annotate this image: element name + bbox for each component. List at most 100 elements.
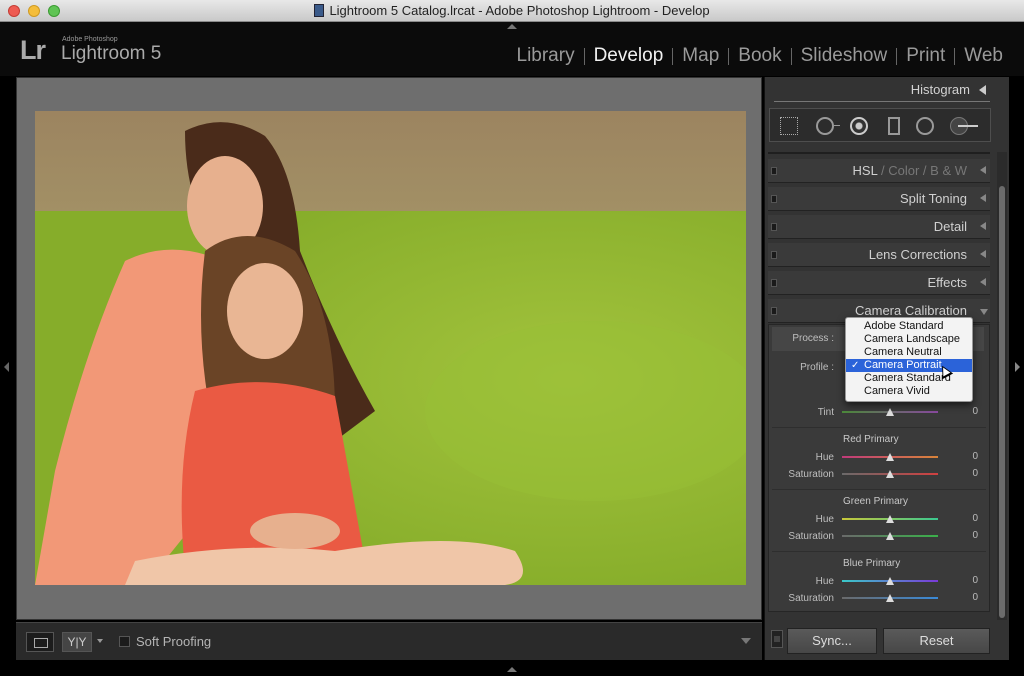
module-picker: Library Develop Map Book Slideshow Print…: [508, 45, 1013, 67]
blue-saturation-value[interactable]: 0: [960, 592, 978, 603]
collapse-triangle-icon[interactable]: [980, 250, 986, 258]
module-map[interactable]: Map: [673, 45, 728, 67]
detail-title: Detail: [933, 219, 967, 234]
panel-toggle-switch[interactable]: [771, 223, 777, 231]
green-saturation-slider-thumb[interactable]: [886, 532, 894, 540]
crop-tool-icon[interactable]: [780, 117, 798, 135]
tint-slider-thumb[interactable]: [886, 408, 894, 416]
toolbar-content-menu-icon[interactable]: [741, 638, 751, 644]
red-hue-value[interactable]: 0: [960, 451, 978, 462]
green-hue-value[interactable]: 0: [960, 513, 978, 524]
red-hue-label: Hue: [815, 452, 834, 463]
split-toning-title: Split Toning: [900, 191, 967, 206]
collapse-triangle-icon[interactable]: [980, 194, 986, 202]
green-hue-label: Hue: [815, 514, 834, 525]
right-panel-toggle-icon[interactable]: [1015, 362, 1020, 372]
tool-strip: [769, 108, 991, 142]
radial-filter-tool-icon[interactable]: [916, 117, 934, 135]
window-title: Lightroom 5 Catalog.lrcat - Adobe Photos…: [0, 3, 1024, 18]
split-toning-panel-header[interactable]: Split Toning: [768, 187, 990, 211]
soft-proofing-label: Soft Proofing: [136, 634, 212, 649]
detail-panel-header[interactable]: Detail: [768, 215, 990, 239]
tint-value[interactable]: 0: [960, 406, 978, 417]
photo-illustration: [35, 111, 746, 585]
module-develop[interactable]: Develop: [585, 45, 673, 67]
tab-hsl[interactable]: HSL: [853, 163, 878, 178]
profile-option[interactable]: Camera Landscape: [846, 333, 972, 346]
tab-separator: /: [880, 163, 885, 178]
image-canvas[interactable]: [16, 77, 762, 620]
divider: [772, 551, 986, 552]
photo-preview: [35, 111, 746, 585]
green-hue-slider-thumb[interactable]: [886, 515, 894, 523]
process-label: Process :: [792, 333, 834, 344]
lens-corrections-title: Lens Corrections: [868, 247, 967, 262]
spot-removal-tool-icon[interactable]: [816, 117, 840, 135]
histogram-header[interactable]: Histogram: [768, 80, 992, 100]
divider: [774, 101, 990, 102]
blue-saturation-label: Saturation: [788, 593, 834, 604]
left-panel-toggle-icon[interactable]: [4, 362, 9, 372]
adjustment-brush-tool-icon[interactable]: [950, 117, 980, 135]
profile-option[interactable]: Camera Vivid: [846, 385, 972, 398]
red-primary-title: Red Primary: [843, 434, 899, 445]
red-eye-tool-icon[interactable]: [850, 117, 868, 135]
collapse-triangle-icon[interactable]: [980, 278, 986, 286]
sync-button[interactable]: Sync...: [787, 628, 877, 654]
profile-option[interactable]: Camera Standard: [846, 372, 972, 385]
panel-toggle-switch[interactable]: [771, 251, 777, 259]
loupe-view-button[interactable]: [26, 632, 54, 652]
lightroom-name: Lightroom 5: [61, 43, 162, 64]
lens-corrections-panel-header[interactable]: Lens Corrections: [768, 243, 990, 267]
green-primary-title: Green Primary: [843, 496, 909, 507]
module-slideshow[interactable]: Slideshow: [792, 45, 897, 67]
hsl-panel-header[interactable]: HSL / Color / B & W: [768, 159, 990, 183]
effects-panel-header[interactable]: Effects: [768, 271, 990, 295]
profile-option[interactable]: Adobe Standard: [846, 320, 972, 333]
divider: [772, 427, 986, 428]
document-icon: [314, 4, 325, 17]
red-saturation-value[interactable]: 0: [960, 468, 978, 479]
module-print[interactable]: Print: [897, 45, 954, 67]
divider: [768, 152, 990, 154]
reset-button[interactable]: Reset: [883, 628, 990, 654]
profile-option-selected[interactable]: ✓ Camera Portrait: [846, 359, 972, 372]
tab-color[interactable]: Color: [888, 163, 919, 178]
panel-toggle-switch[interactable]: [771, 279, 777, 287]
green-saturation-value[interactable]: 0: [960, 530, 978, 541]
tab-separator: /: [922, 163, 927, 178]
window-title-text: Lightroom 5 Catalog.lrcat - Adobe Photos…: [329, 3, 710, 18]
before-after-menu-icon[interactable]: [97, 639, 103, 643]
collapse-triangle-icon[interactable]: [980, 166, 986, 174]
profile-option[interactable]: Camera Neutral: [846, 346, 972, 359]
auto-sync-switch[interactable]: [771, 630, 783, 648]
effects-title: Effects: [927, 275, 967, 290]
collapse-triangle-icon[interactable]: [979, 85, 986, 95]
profile-option-label: Camera Portrait: [864, 359, 942, 371]
graduated-filter-tool-icon[interactable]: [888, 117, 900, 135]
blue-hue-slider-thumb[interactable]: [886, 577, 894, 585]
module-library[interactable]: Library: [508, 45, 584, 67]
module-book[interactable]: Book: [729, 45, 790, 67]
expand-triangle-icon[interactable]: [980, 309, 988, 315]
identity-plate-bar: Lr Adobe Photoshop Lightroom 5 Library D…: [0, 22, 1024, 76]
bottom-toolbar: Y|Y Soft Proofing: [16, 622, 762, 660]
profile-label: Profile :: [800, 362, 834, 373]
panel-toggle-switch[interactable]: [771, 167, 777, 175]
module-web[interactable]: Web: [955, 45, 1012, 67]
soft-proofing-checkbox[interactable]: [119, 636, 130, 647]
tab-bw[interactable]: B & W: [930, 163, 967, 178]
camera-calibration-title: Camera Calibration: [855, 303, 967, 318]
panel-toggle-switch[interactable]: [771, 307, 777, 315]
red-saturation-slider-thumb[interactable]: [886, 470, 894, 478]
collapse-triangle-icon[interactable]: [980, 222, 986, 230]
blue-saturation-slider-thumb[interactable]: [886, 594, 894, 602]
blue-hue-value[interactable]: 0: [960, 575, 978, 586]
red-hue-slider-thumb[interactable]: [886, 453, 894, 461]
hsl-tabs[interactable]: HSL / Color / B & W: [853, 163, 967, 178]
before-after-button[interactable]: Y|Y: [62, 632, 92, 652]
top-panel-toggle-icon[interactable]: [507, 24, 517, 29]
filmstrip-toggle-icon[interactable]: [507, 667, 517, 672]
panel-toggle-switch[interactable]: [771, 195, 777, 203]
right-panel-scrollbar-thumb[interactable]: [999, 186, 1005, 618]
